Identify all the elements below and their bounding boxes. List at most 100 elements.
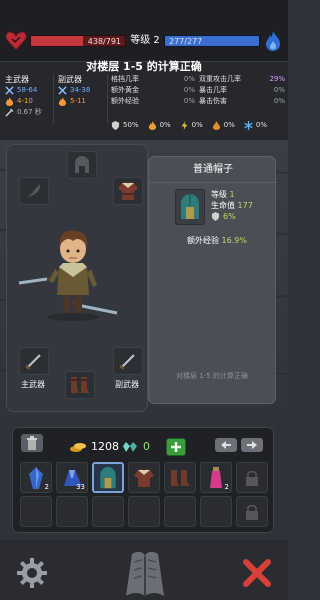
off-weapon-stats: 副武器 34-38 5-11: [58, 74, 90, 107]
sword-icon: [119, 354, 135, 370]
helmet-icon: [100, 466, 116, 488]
next-page-button[interactable]: [241, 438, 263, 452]
boots-icon: [71, 377, 90, 393]
divider: [107, 74, 108, 124]
inventory-slot[interactable]: 2: [20, 462, 52, 493]
helmet-icon: [181, 194, 199, 219]
item-armor: 6%: [211, 211, 253, 222]
item-tooltip-footer: 对楼层 1-5 的计算正确: [176, 372, 248, 380]
off-weapon-slot-label: 副武器: [115, 380, 139, 389]
add-button[interactable]: [166, 438, 186, 456]
lightning-icon: [181, 120, 187, 130]
heart-icon: [5, 31, 27, 51]
item-tooltip: 普通帽子 等级 1 生命值 177 6% 额外经验 16.9% 对楼层 1-5 …: [148, 156, 277, 404]
settings-gear-icon[interactable]: [16, 557, 48, 589]
main-weapon-fire: 4-10: [5, 96, 42, 107]
resistances-row: 50% 0% 0% 0% 0%: [111, 119, 285, 131]
close-icon[interactable]: [242, 558, 272, 588]
fire-icon: [5, 97, 14, 106]
main-weapon-speed: 0.67 秒: [5, 107, 42, 118]
ice-resist: 0%: [244, 120, 267, 130]
inventory-slot[interactable]: [128, 496, 160, 527]
boots-slot[interactable]: [65, 371, 95, 399]
trash-icon: [27, 436, 37, 450]
inventory-slot[interactable]: [164, 496, 196, 527]
inventory-slot-selected[interactable]: [92, 462, 124, 493]
shield-icon: [211, 212, 220, 221]
player-level: 等级 2: [130, 35, 160, 46]
hero-character: [18, 230, 118, 321]
main-weapon-slot[interactable]: [19, 347, 49, 375]
prev-page-button[interactable]: [215, 438, 237, 452]
main-weapon-stats: 主武器 58-64 4-10 0.67 秒: [5, 74, 42, 118]
stats-panel: 对楼层 1-5 的计算正确 主武器 58-64 4-10 0.67 秒 副武器 …: [0, 60, 288, 140]
stat-row: 额外黄金 0%: [111, 86, 195, 94]
sword-speed-icon: [5, 108, 14, 117]
item-extra-exp: 额外经验 16.9%: [187, 236, 247, 245]
inventory-slot[interactable]: [56, 496, 88, 527]
inventory-slot-locked: [236, 462, 268, 493]
spellbook-icon[interactable]: [118, 544, 172, 600]
equipment-panel: 主武器 副武器: [6, 144, 148, 412]
tunic-icon: [118, 182, 138, 200]
arrow-left-icon: [221, 441, 231, 449]
lock-icon: [246, 470, 258, 486]
stats-title: 对楼层 1-5 的计算正确: [86, 60, 202, 73]
fire-resist: 0%: [148, 120, 171, 130]
stat-row: 暴击几率 0%: [199, 86, 285, 94]
off-weapon-slot[interactable]: [113, 347, 143, 375]
main-weapon-slot-label: 主武器: [21, 380, 45, 389]
snowflake-icon: [244, 120, 253, 130]
character-scene: 主武器 副武器 普通帽子 等级 1 生命值 177 6% 额外经验 16.9% …: [0, 140, 288, 422]
poison-drop-icon: [212, 120, 220, 130]
inventory-slot[interactable]: [200, 496, 232, 527]
inventory-slot[interactable]: 33: [56, 462, 88, 493]
gold-counter: 1208: [69, 440, 119, 453]
boots-icon: [171, 469, 190, 486]
top-bar: 438/791 等级 2 277/277: [0, 0, 288, 62]
stat-row: 格挡几率 0%: [111, 75, 195, 83]
mana-flame-icon: [266, 31, 280, 51]
lock-icon: [246, 504, 258, 520]
fire-icon: [148, 120, 156, 130]
crossed-swords-icon: [58, 86, 67, 95]
crossed-swords-icon: [5, 86, 14, 95]
off-weapon-label: 副武器: [58, 75, 82, 84]
inventory-slot[interactable]: [20, 496, 52, 527]
fire-icon: [58, 97, 67, 106]
inventory-slot[interactable]: 2: [200, 462, 232, 493]
stat-row: 双重攻击几率 29%: [199, 75, 285, 83]
divider: [53, 74, 54, 124]
lightning-resist: 0%: [180, 120, 203, 130]
inventory-slot[interactable]: [164, 462, 196, 493]
item-hp: 生命值 177: [211, 201, 253, 210]
arrow-right-icon: [247, 441, 257, 449]
head-slot[interactable]: [67, 151, 97, 179]
chest-slot[interactable]: [113, 177, 143, 205]
item-tooltip-image: [175, 189, 205, 225]
armor-resist: 50%: [111, 120, 139, 130]
inventory-slot[interactable]: [128, 462, 160, 493]
inventory-panel: 1208 0 2 33 2: [12, 427, 274, 533]
hp-text: 438/791: [87, 37, 121, 46]
main-weapon-label: 主武器: [5, 75, 29, 84]
blue-crystal-icon: [29, 466, 43, 489]
bottom-bar: [0, 540, 288, 600]
mana-text: 277/277: [169, 37, 203, 46]
hp-bar: 438/791: [30, 35, 126, 47]
potion-icon: [210, 466, 222, 488]
secondary-stats: 格挡几率 0% 额外黄金 0% 额外经验 0%: [111, 74, 195, 107]
item-tooltip-stats: 等级 1 生命值 177 6%: [211, 189, 253, 222]
stat-row: 额外经验 0%: [111, 97, 195, 105]
gem-counter: 0: [121, 440, 150, 453]
feather-placeholder-icon: [26, 184, 41, 199]
inventory-slot[interactable]: [92, 496, 124, 527]
gold-coins-icon: [70, 442, 86, 452]
item-level: 等级 1: [211, 190, 235, 199]
off-weapon-damage: 34-38: [58, 85, 90, 96]
trash-button[interactable]: [21, 434, 43, 452]
poison-resist: 0%: [212, 120, 235, 130]
inventory-grid: 2 33 2: [20, 462, 268, 528]
stat-row: 暴击伤害 0%: [199, 97, 285, 105]
accessory-slot[interactable]: [19, 177, 49, 205]
